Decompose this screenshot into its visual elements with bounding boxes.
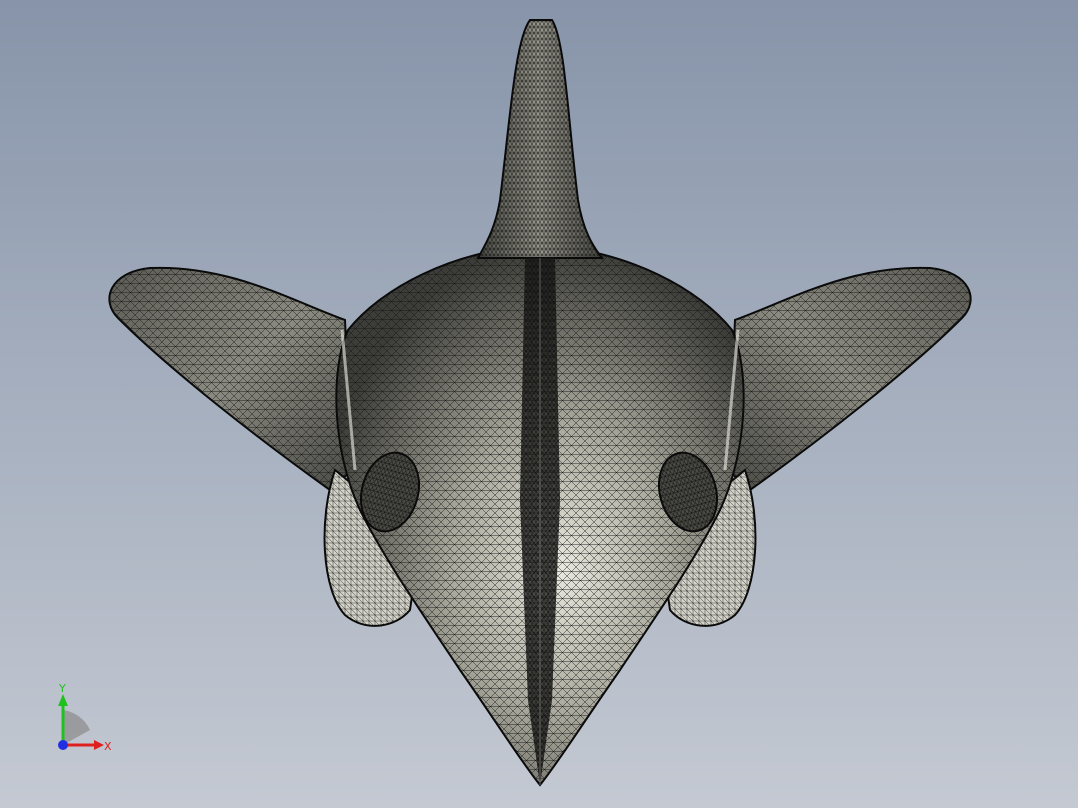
x-axis-arrow xyxy=(94,740,104,750)
left-fin xyxy=(108,266,354,492)
coordinate-triad[interactable]: Y X xyxy=(48,680,128,760)
mesh-model[interactable] xyxy=(0,0,1078,808)
y-axis-arrow xyxy=(58,694,68,706)
x-axis-label: X xyxy=(104,740,112,753)
z-axis-dot xyxy=(58,740,68,750)
triad-plane-indicator xyxy=(63,710,90,745)
right-fin xyxy=(726,266,972,492)
y-axis-label: Y xyxy=(58,682,66,695)
graphics-viewport[interactable]: Y X xyxy=(0,0,1078,808)
dorsal-spine xyxy=(476,19,605,259)
